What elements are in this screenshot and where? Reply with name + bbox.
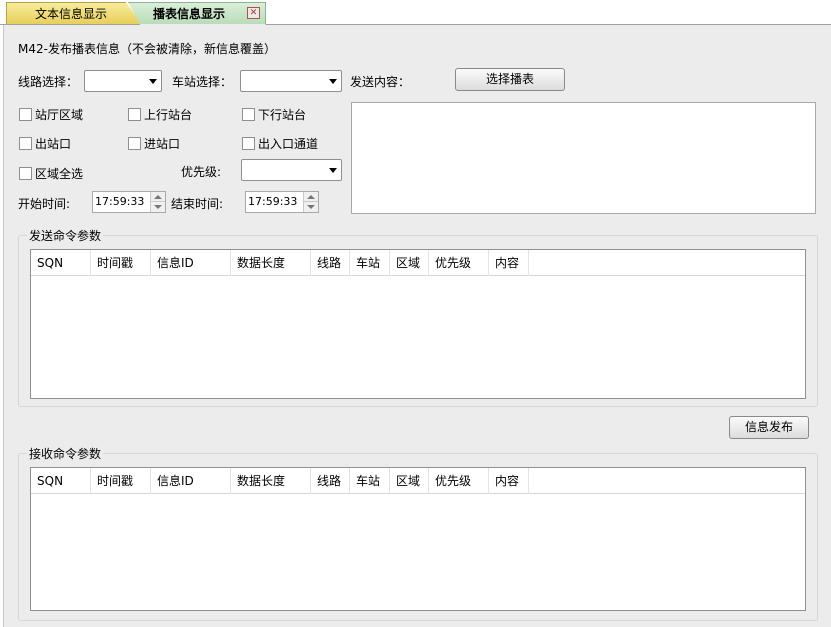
checkbox-label: 进站口 (144, 137, 181, 151)
column-header[interactable]: 线路 (311, 250, 350, 276)
start-time-label: 开始时间: (18, 197, 71, 211)
column-header[interactable]: SQN (31, 468, 91, 494)
checkbox-box[interactable] (242, 137, 255, 150)
tab-text-info-label: 文本信息显示 (35, 7, 108, 21)
select-schedule-button[interactable]: 选择播表 (455, 68, 565, 91)
checkbox-label: 下行站台 (258, 108, 307, 122)
end-time-picker[interactable]: 17:59:33 (245, 191, 319, 213)
send-params-title: 发送命令参数 (27, 227, 104, 244)
end-time-value: 17:59:33 (248, 195, 298, 208)
column-header[interactable]: 车站 (350, 468, 390, 494)
close-icon[interactable]: ✕ (247, 7, 260, 19)
checkbox-label: 出站口 (35, 137, 72, 151)
receive-params-title: 接收命令参数 (27, 445, 104, 462)
chevron-down-icon (329, 79, 337, 84)
spinner-icon[interactable] (303, 192, 318, 212)
send-params-group: 发送命令参数 SQN 时间戳 信息ID 数据长度 线路 车站 区域 优先级 内容 (18, 227, 818, 407)
tab-broadcast-info[interactable]: 播表信息显示 (128, 2, 266, 25)
column-header[interactable]: 线路 (311, 468, 350, 494)
column-header[interactable]: 车站 (350, 250, 390, 276)
checkbox-box[interactable] (242, 108, 255, 121)
checkbox-box[interactable] (128, 108, 141, 121)
checkbox-box[interactable] (19, 137, 32, 150)
line-label: 线路选择： (18, 75, 79, 89)
publish-info-button[interactable]: 信息发布 (729, 416, 809, 439)
tab-text-info[interactable]: 文本信息显示 (6, 2, 142, 24)
column-header[interactable]: 内容 (489, 250, 529, 276)
checkbox-label: 站厅区域 (35, 108, 84, 122)
column-header[interactable]: 区域 (390, 468, 429, 494)
column-header[interactable]: 优先级 (429, 250, 489, 276)
table-header: SQN 时间戳 信息ID 数据长度 线路 车站 区域 优先级 内容 (31, 468, 805, 494)
column-header[interactable]: 数据长度 (231, 468, 311, 494)
receive-params-group: 接收命令参数 SQN 时间戳 信息ID 数据长度 线路 车站 区域 优先级 内容 (18, 445, 818, 621)
checkbox-label: 上行站台 (144, 108, 193, 122)
tab-broadcast-info-label: 播表信息显示 (153, 7, 226, 21)
checkbox-box[interactable] (19, 108, 32, 121)
column-header[interactable]: 优先级 (429, 468, 489, 494)
send-params-table[interactable]: SQN 时间戳 信息ID 数据长度 线路 车站 区域 优先级 内容 (30, 249, 806, 399)
table-header: SQN 时间戳 信息ID 数据长度 线路 车站 区域 优先级 内容 (31, 250, 805, 276)
checkbox-entrance[interactable]: 进站口 (128, 135, 180, 152)
checkbox-select-all-areas[interactable]: 区域全选 (19, 165, 83, 182)
priority-select[interactable] (241, 159, 342, 181)
chevron-down-icon (149, 79, 157, 84)
column-header[interactable]: 时间戳 (91, 468, 151, 494)
send-content-label: 发送内容： (350, 75, 411, 89)
receive-params-table[interactable]: SQN 时间戳 信息ID 数据长度 线路 车站 区域 优先级 内容 (30, 467, 806, 611)
priority-label: 优先级: (181, 165, 222, 179)
column-header[interactable]: SQN (31, 250, 91, 276)
column-header[interactable]: 时间戳 (91, 250, 151, 276)
checkbox-down-platform[interactable]: 下行站台 (242, 106, 306, 123)
checkbox-box[interactable] (128, 137, 141, 150)
checkbox-up-platform[interactable]: 上行站台 (128, 106, 192, 123)
line-select[interactable] (84, 70, 162, 92)
station-label: 车站选择： (172, 75, 233, 89)
main-panel: M42-发布播表信息（不会被清除，新信息覆盖） 线路选择： 车站选择： 发送内容… (3, 25, 831, 627)
spinner-icon[interactable] (150, 192, 165, 212)
start-time-picker[interactable]: 17:59:33 (92, 191, 166, 213)
checkbox-label: 出入口通道 (258, 137, 319, 151)
chevron-down-icon (329, 168, 337, 173)
start-time-value: 17:59:33 (95, 195, 145, 208)
column-header[interactable]: 数据长度 (231, 250, 311, 276)
form-heading: M42-发布播表信息（不会被清除，新信息覆盖） (18, 42, 276, 56)
column-header[interactable]: 区域 (390, 250, 429, 276)
checkbox-label: 区域全选 (35, 167, 84, 181)
checkbox-hall-area[interactable]: 站厅区域 (19, 106, 83, 123)
checkbox-passage[interactable]: 出入口通道 (242, 135, 318, 152)
column-header[interactable]: 内容 (489, 468, 529, 494)
column-header[interactable]: 信息ID (151, 468, 231, 494)
checkbox-exit[interactable]: 出站口 (19, 135, 71, 152)
checkbox-box[interactable] (19, 167, 32, 180)
end-time-label: 结束时间: (171, 197, 224, 211)
send-content-textarea[interactable] (351, 102, 816, 214)
tab-strip: 文本信息显示 播表信息显示 ✕ (0, 0, 831, 25)
station-select[interactable] (240, 70, 342, 92)
column-header[interactable]: 信息ID (151, 250, 231, 276)
